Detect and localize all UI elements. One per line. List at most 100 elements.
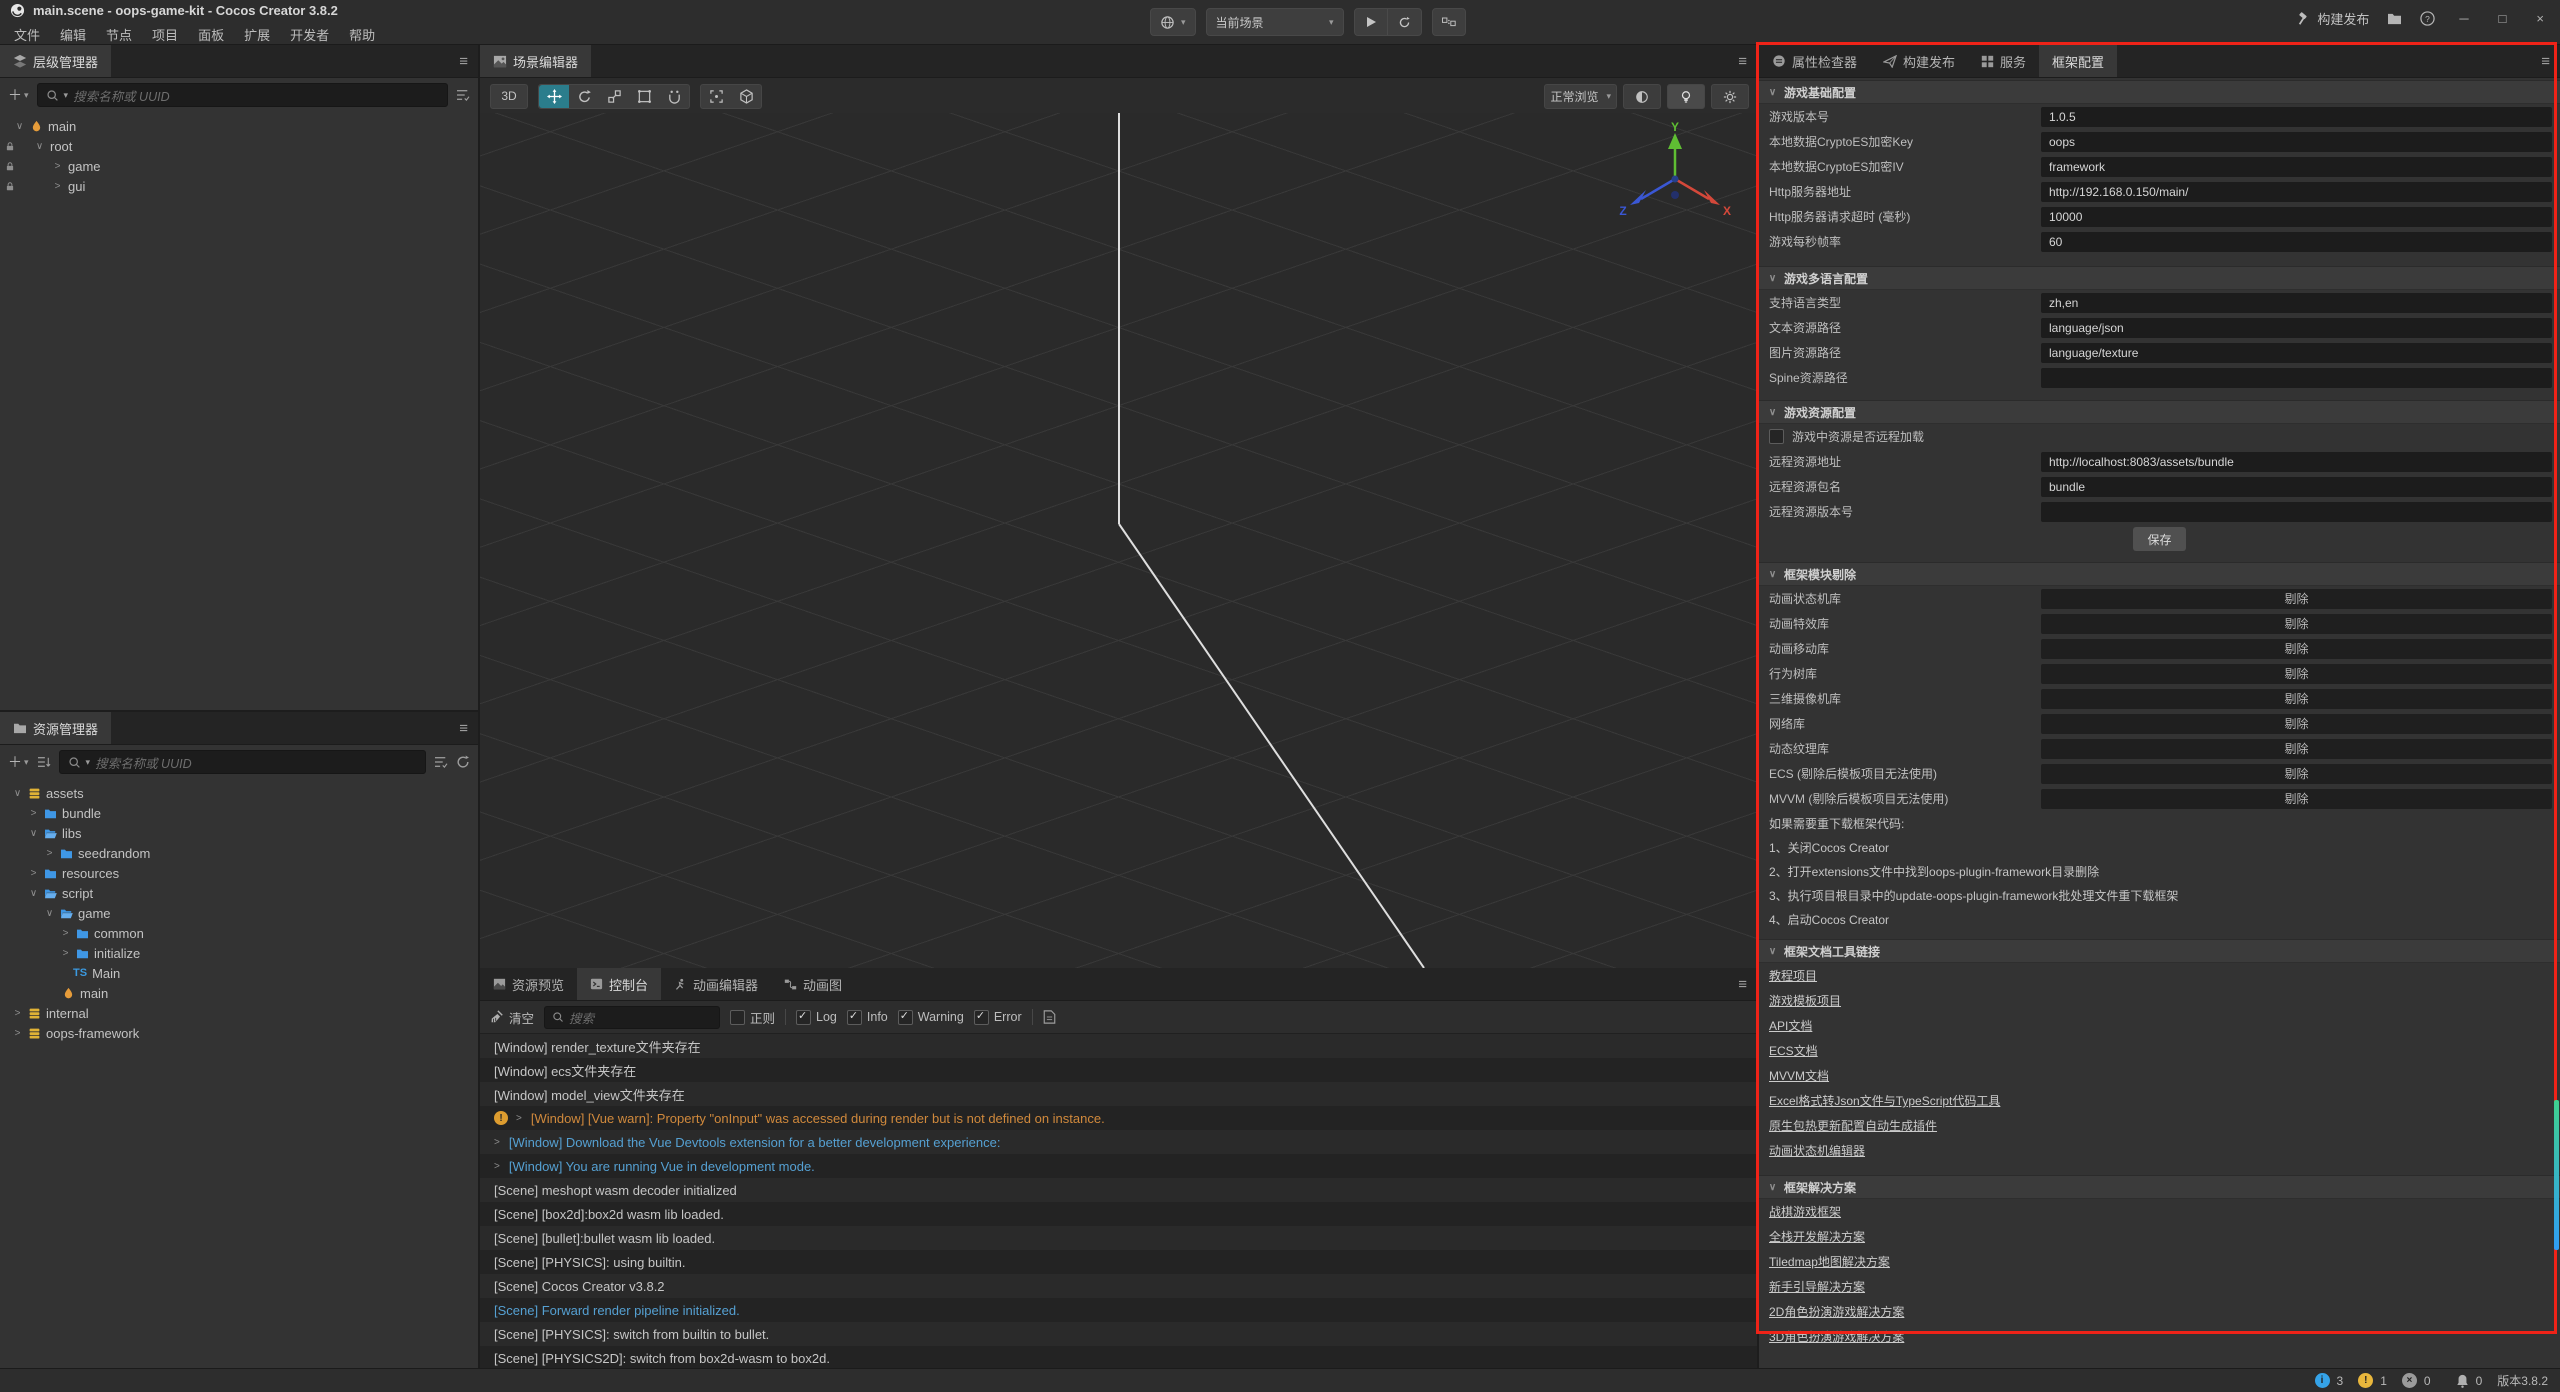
crypto-iv-input[interactable]: framework [2041,157,2552,177]
http-server-input[interactable]: http://192.168.0.150/main/ [2041,182,2552,202]
panel-menu-icon[interactable]: ≡ [1738,53,1747,70]
regex-checkbox[interactable]: 正则 [730,1008,775,1027]
log-row-info[interactable]: [Scene] Forward render pipeline initiali… [480,1298,1757,1322]
refresh-icon[interactable] [456,755,470,769]
solution-link[interactable]: Tiledmap地图解决方案 [1769,1253,1890,1270]
chevron-down-icon[interactable]: ∨ [28,828,39,839]
asset-node-script[interactable]: ∨ script [0,883,478,903]
chevron-right-icon[interactable]: > [12,1008,23,1019]
expand-chevron-icon[interactable]: > [516,1113,522,1124]
filter-icon[interactable] [456,89,470,101]
remove-button[interactable]: 剔除 [2041,764,2552,784]
chevron-down-icon[interactable]: ∨ [44,908,55,919]
asset-node-bundle[interactable]: > bundle [0,803,478,823]
lang-json-path-input[interactable]: language/json [2041,318,2552,338]
doc-link[interactable]: 原生包热更新配置自动生成插件 [1769,1117,1937,1134]
asset-node-game[interactable]: ∨ game [0,903,478,923]
build-publish-button[interactable]: 构建发布 [2297,9,2369,28]
close-button[interactable]: × [2530,11,2550,26]
version-input[interactable]: 1.0.5 [2041,107,2552,127]
remote-load-checkbox[interactable] [1769,429,1784,444]
wireframe-toggle-icon[interactable] [1623,84,1661,109]
doc-link[interactable]: 动画状态机编辑器 [1769,1142,1865,1159]
scale-tool-icon[interactable] [599,85,629,108]
section-header-resource[interactable]: ∨游戏资源配置 [1759,400,2560,424]
solution-link[interactable]: 全栈开发解决方案 [1769,1228,1865,1245]
view-mode-dropdown[interactable]: 正常浏览 ▾ [1544,84,1617,109]
asset-node-assets[interactable]: ∨ assets [0,783,478,803]
chevron-right-icon[interactable]: > [28,868,39,879]
solution-link[interactable]: 新手引导解决方案 [1769,1278,1865,1295]
section-header-solutions[interactable]: ∨框架解决方案 [1759,1175,2560,1199]
filter-error-checkbox[interactable]: Error [974,1010,1022,1025]
spine-path-input[interactable] [2041,368,2552,388]
asset-node-main-ts[interactable]: TS Main [0,963,478,983]
remove-button[interactable]: 剔除 [2041,739,2552,759]
move-tool-icon[interactable] [539,85,569,108]
help-icon[interactable]: ? [2420,11,2435,26]
world-space-icon[interactable] [731,85,761,108]
asset-node-main-scene[interactable]: main [0,983,478,1003]
languages-input[interactable]: zh,en [2041,293,2552,313]
hierarchy-node-main[interactable]: ∨ main [0,116,478,136]
tab-hierarchy[interactable]: 层级管理器 [0,45,111,77]
solution-link[interactable]: 战棋游戏框架 [1769,1203,1841,1220]
chevron-down-icon[interactable]: ∨ [12,788,23,799]
log-row[interactable]: [Window] render_texture文件夹存在 [480,1034,1757,1058]
remove-button[interactable]: 剔除 [2041,689,2552,709]
info-badge-icon[interactable]: i [2315,1373,2330,1388]
log-row[interactable]: [Scene] [PHYSICS2D]: switch from box2d-w… [480,1346,1757,1368]
pivot-icon[interactable] [701,85,731,108]
panel-menu-icon[interactable]: ≡ [2541,53,2550,70]
rotate-tool-icon[interactable] [569,85,599,108]
tab-framework-config[interactable]: 框架配置 [2039,45,2117,77]
chevron-down-icon[interactable]: ∨ [14,121,25,132]
asset-node-common[interactable]: > common [0,923,478,943]
log-row[interactable]: [Scene] [box2d]:box2d wasm lib loaded. [480,1202,1757,1226]
log-row[interactable]: [Window] model_view文件夹存在 [480,1082,1757,1106]
menu-developer[interactable]: 开发者 [280,23,339,46]
asset-node-oops-framework[interactable]: > oops-framework [0,1023,478,1043]
log-file-icon[interactable] [1043,1010,1056,1024]
scrollbar-thumb[interactable] [2554,1100,2559,1250]
sort-icon[interactable] [37,756,51,768]
asset-node-resources[interactable]: > resources [0,863,478,883]
project-folder-icon[interactable] [2387,12,2402,25]
chevron-right-icon[interactable]: > [44,848,55,859]
doc-link[interactable]: MVVM文档 [1769,1067,1829,1084]
create-asset-button[interactable]: ＋▾ [8,752,29,772]
clear-console-button[interactable]: 清空 [490,1008,534,1027]
warning-count[interactable]: 1 [2380,1374,2387,1388]
asset-node-libs[interactable]: ∨ libs [0,823,478,843]
rect-tool-icon[interactable] [629,85,659,108]
preview-device-dropdown[interactable]: ▾ [1150,8,1196,36]
log-row[interactable]: [Window] ecs文件夹存在 [480,1058,1757,1082]
expand-chevron-icon[interactable]: > [494,1137,500,1148]
tab-animation-editor[interactable]: 动画编辑器 [661,968,771,1000]
crypto-key-input[interactable]: oops [2041,132,2552,152]
save-button[interactable]: 保存 [2133,527,2185,551]
chevron-down-icon[interactable]: ∨ [34,141,45,152]
tab-inspector[interactable]: 属性检查器 [1759,45,1870,77]
doc-link[interactable]: 游戏模板项目 [1769,992,1841,1009]
menu-node[interactable]: 节点 [96,23,142,46]
console-search-input[interactable]: 搜索 [544,1006,720,1029]
chevron-right-icon[interactable]: > [28,808,39,819]
chevron-right-icon[interactable]: > [60,948,71,959]
remote-bundle-input[interactable]: bundle [2041,477,2552,497]
expand-chevron-icon[interactable]: > [494,1161,500,1172]
lock-icon[interactable] [5,141,17,152]
info-count[interactable]: 3 [2337,1374,2344,1388]
filter-log-checkbox[interactable]: Log [796,1010,837,1025]
filter-icon[interactable] [434,756,448,768]
error-badge-icon[interactable]: × [2402,1373,2417,1388]
create-node-button[interactable]: ＋▾ [8,85,29,105]
maximize-button[interactable]: □ [2493,11,2513,26]
mode-3d-button[interactable]: 3D [490,84,528,109]
restart-button[interactable] [1387,9,1421,35]
doc-link[interactable]: 教程项目 [1769,967,1817,984]
fps-input[interactable]: 60 [2041,232,2552,252]
tab-service[interactable]: 服务 [1968,45,2039,77]
warning-badge-icon[interactable]: ! [2358,1373,2373,1388]
menu-extension[interactable]: 扩展 [234,23,280,46]
